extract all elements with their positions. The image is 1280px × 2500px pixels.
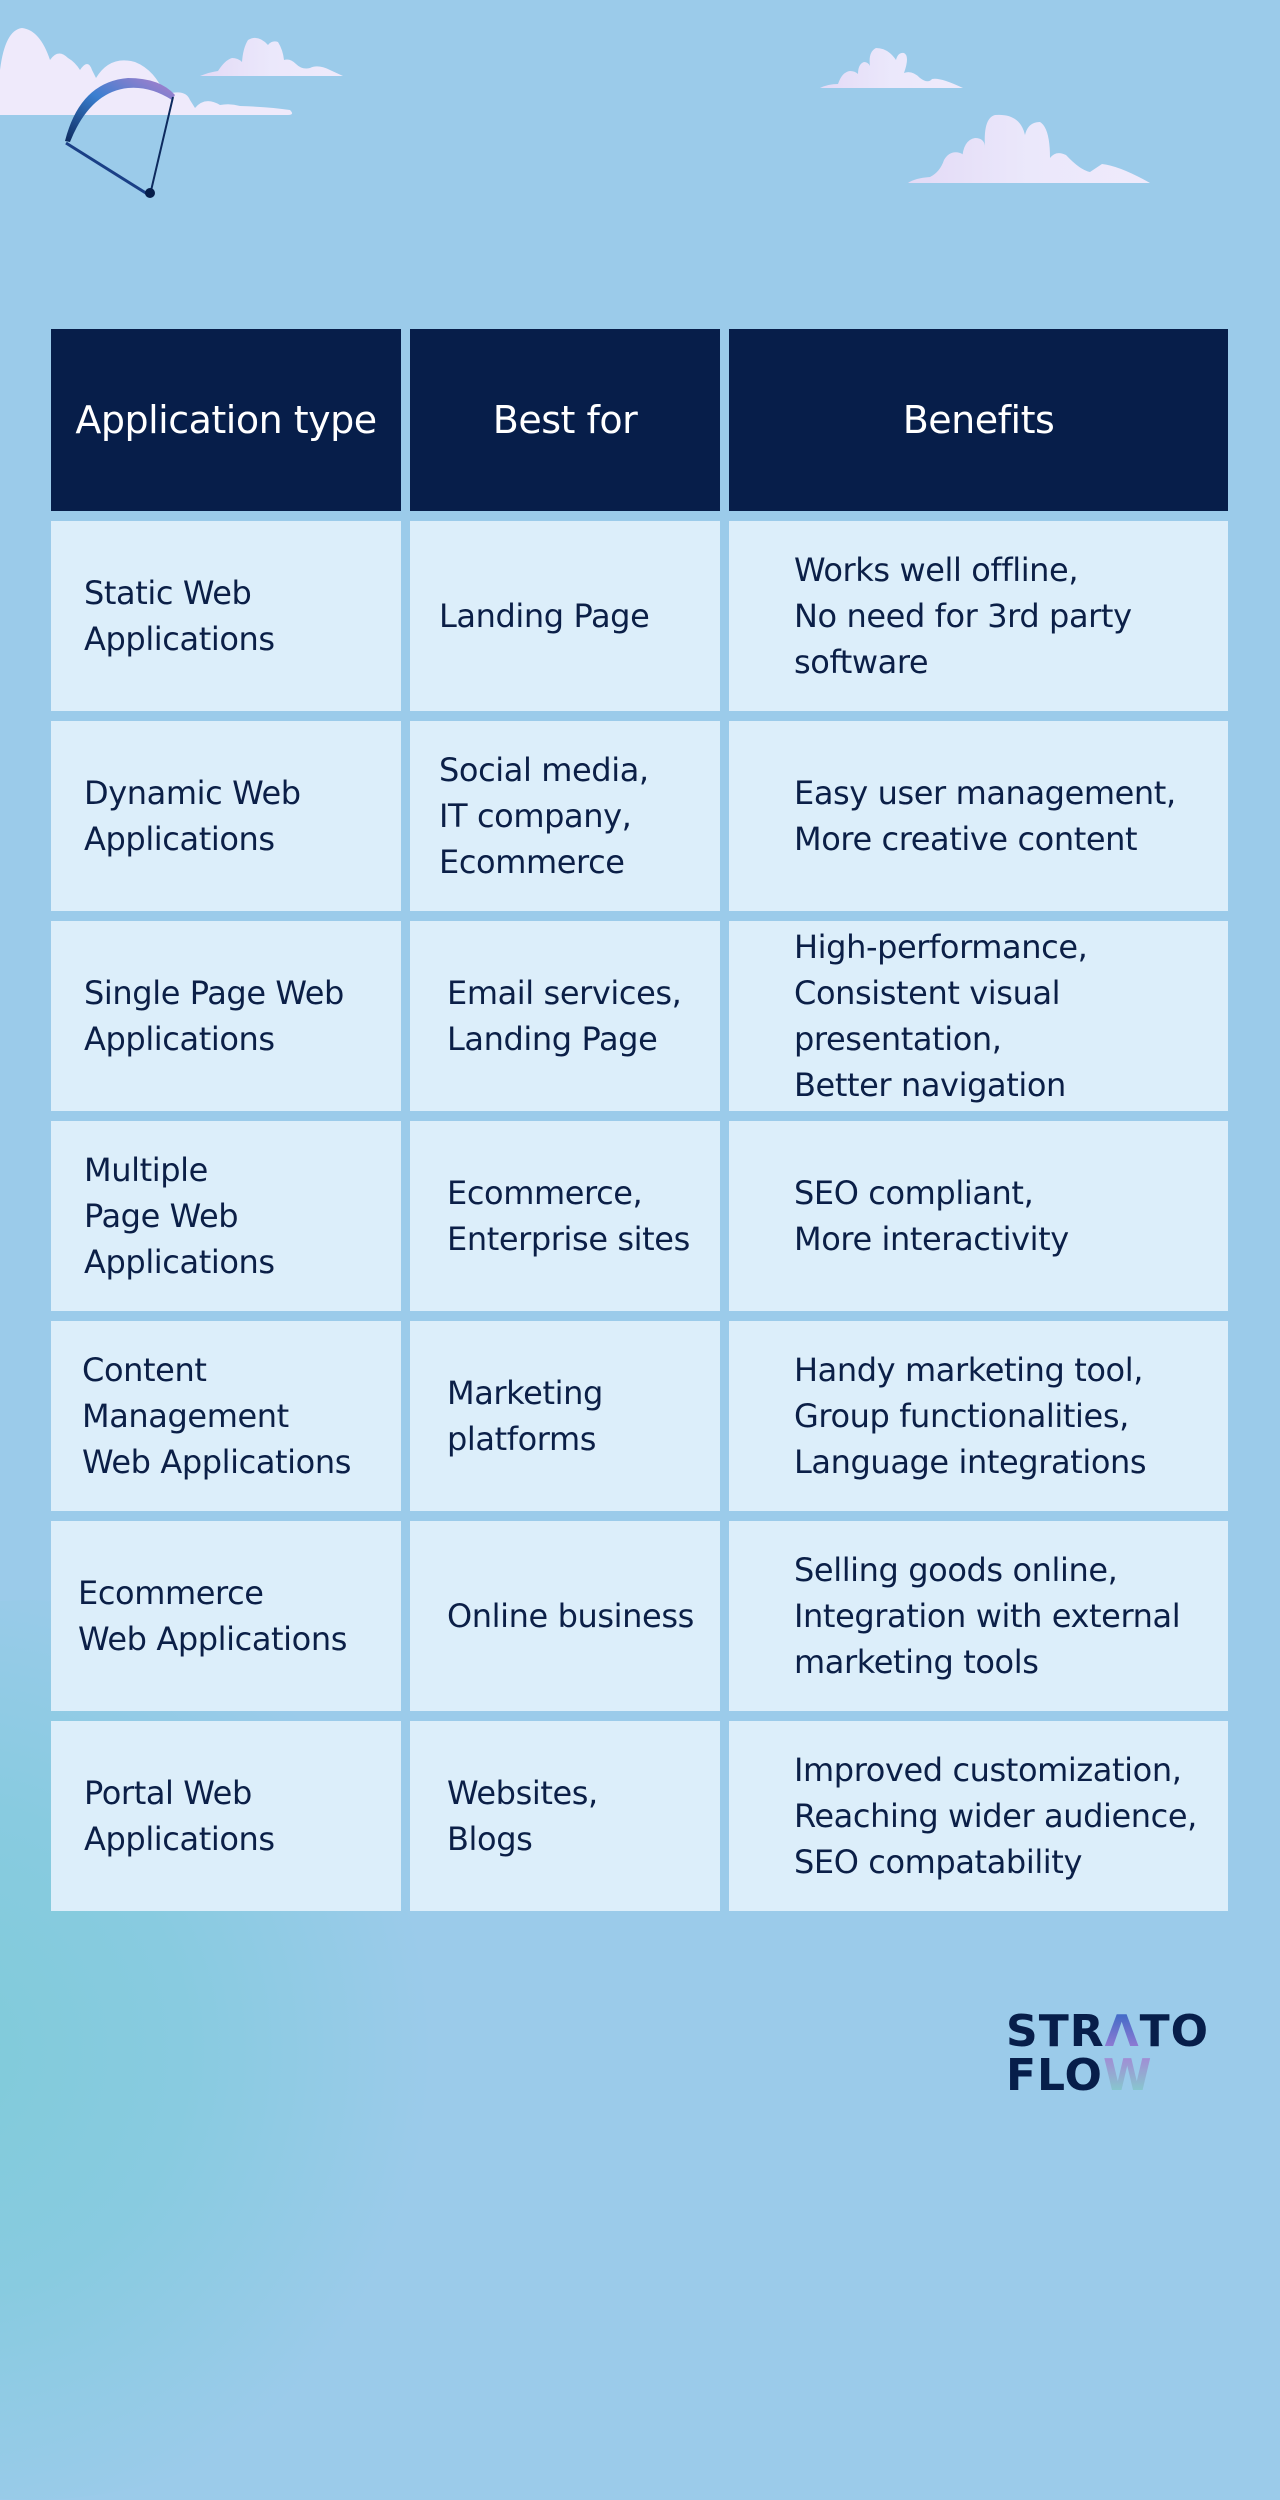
cell-text: Marketing platforms — [447, 1374, 603, 1458]
logo-line-2: FLOW — [1006, 2054, 1152, 2098]
cell-text: Single Page Web Applications — [84, 974, 344, 1058]
cell-text: Email services, Landing Page — [447, 974, 682, 1058]
cell-benefits: Works well offline, No need for 3rd part… — [729, 521, 1228, 711]
cell-text: Selling goods online, Integration with e… — [794, 1551, 1181, 1681]
column-header-label: Benefits — [902, 398, 1055, 442]
comparison-table: Application type Best for Benefits Stati… — [51, 329, 1228, 1911]
logo-accent-w: W — [1102, 2050, 1153, 2101]
column-header-best-for: Best for — [410, 329, 720, 511]
column-header-label: Best for — [492, 398, 638, 442]
cell-application-type: Dynamic Web Applications — [51, 721, 401, 911]
cell-application-type: Portal Web Applications — [51, 1721, 401, 1911]
cell-application-type: Single Page Web Applications — [51, 921, 401, 1111]
cell-text: Dynamic Web Applications — [84, 774, 301, 858]
cell-best-for: Social media, IT company, Ecommerce — [410, 721, 720, 911]
cell-benefits: High-performance, Consistent visual pres… — [729, 921, 1228, 1111]
cell-text: Handy marketing tool, Group functionalit… — [794, 1351, 1147, 1481]
cell-best-for: Online business — [410, 1521, 720, 1711]
cell-text: Multiple Page Web Applications — [84, 1151, 275, 1281]
cell-application-type: Static Web Applications — [51, 521, 401, 711]
column-header-application-type: Application type — [51, 329, 401, 511]
cell-text: Static Web Applications — [84, 574, 275, 658]
cell-benefits: Easy user management, More creative cont… — [729, 721, 1228, 911]
cell-text: Portal Web Applications — [84, 1774, 275, 1858]
sky-decoration — [0, 28, 1150, 198]
cell-best-for: Email services, Landing Page — [410, 921, 720, 1111]
cell-text: Social media, IT company, Ecommerce — [439, 751, 649, 881]
cell-text: Works well offline, No need for 3rd part… — [794, 551, 1132, 681]
cloud-icon — [908, 114, 1150, 183]
cell-text: Ecommerce Web Applications — [78, 1574, 348, 1658]
cell-best-for: Marketing platforms — [410, 1321, 720, 1511]
cell-benefits: Improved customization, Reaching wider a… — [729, 1721, 1228, 1911]
cell-text: Easy user management, More creative cont… — [794, 774, 1176, 858]
cell-best-for: Websites, Blogs — [410, 1721, 720, 1911]
cell-application-type: Content Management Web Applications — [51, 1321, 401, 1511]
cell-text: High-performance, Consistent visual pres… — [794, 928, 1088, 1104]
logo-text: FLO — [1006, 2050, 1103, 2101]
cell-benefits: Selling goods online, Integration with e… — [729, 1521, 1228, 1711]
cloud-icon — [820, 48, 963, 88]
cell-benefits: Handy marketing tool, Group functionalit… — [729, 1321, 1228, 1511]
cell-best-for: Ecommerce, Enterprise sites — [410, 1121, 720, 1311]
cell-text: SEO compliant, More interactivity — [794, 1174, 1069, 1258]
column-header-benefits: Benefits — [729, 329, 1228, 511]
cell-text: Ecommerce, Enterprise sites — [447, 1174, 690, 1258]
cell-text: Improved customization, Reaching wider a… — [794, 1751, 1197, 1881]
cell-text: Content Management Web Applications — [82, 1351, 352, 1481]
cell-application-type: Multiple Page Web Applications — [51, 1121, 401, 1311]
cell-benefits: SEO compliant, More interactivity — [729, 1121, 1228, 1311]
cell-text: Websites, Blogs — [447, 1774, 598, 1858]
stratoflow-logo: STRΛTO FLOW — [1006, 2010, 1209, 2100]
logo-line-1: STRΛTO — [1006, 2010, 1209, 2054]
cell-text: Online business — [447, 1597, 694, 1635]
column-header-label: Application type — [75, 398, 377, 442]
cell-text: Landing Page — [439, 597, 650, 635]
cell-best-for: Landing Page — [410, 521, 720, 711]
cloud-icon — [200, 37, 343, 76]
cell-application-type: Ecommerce Web Applications — [51, 1521, 401, 1711]
